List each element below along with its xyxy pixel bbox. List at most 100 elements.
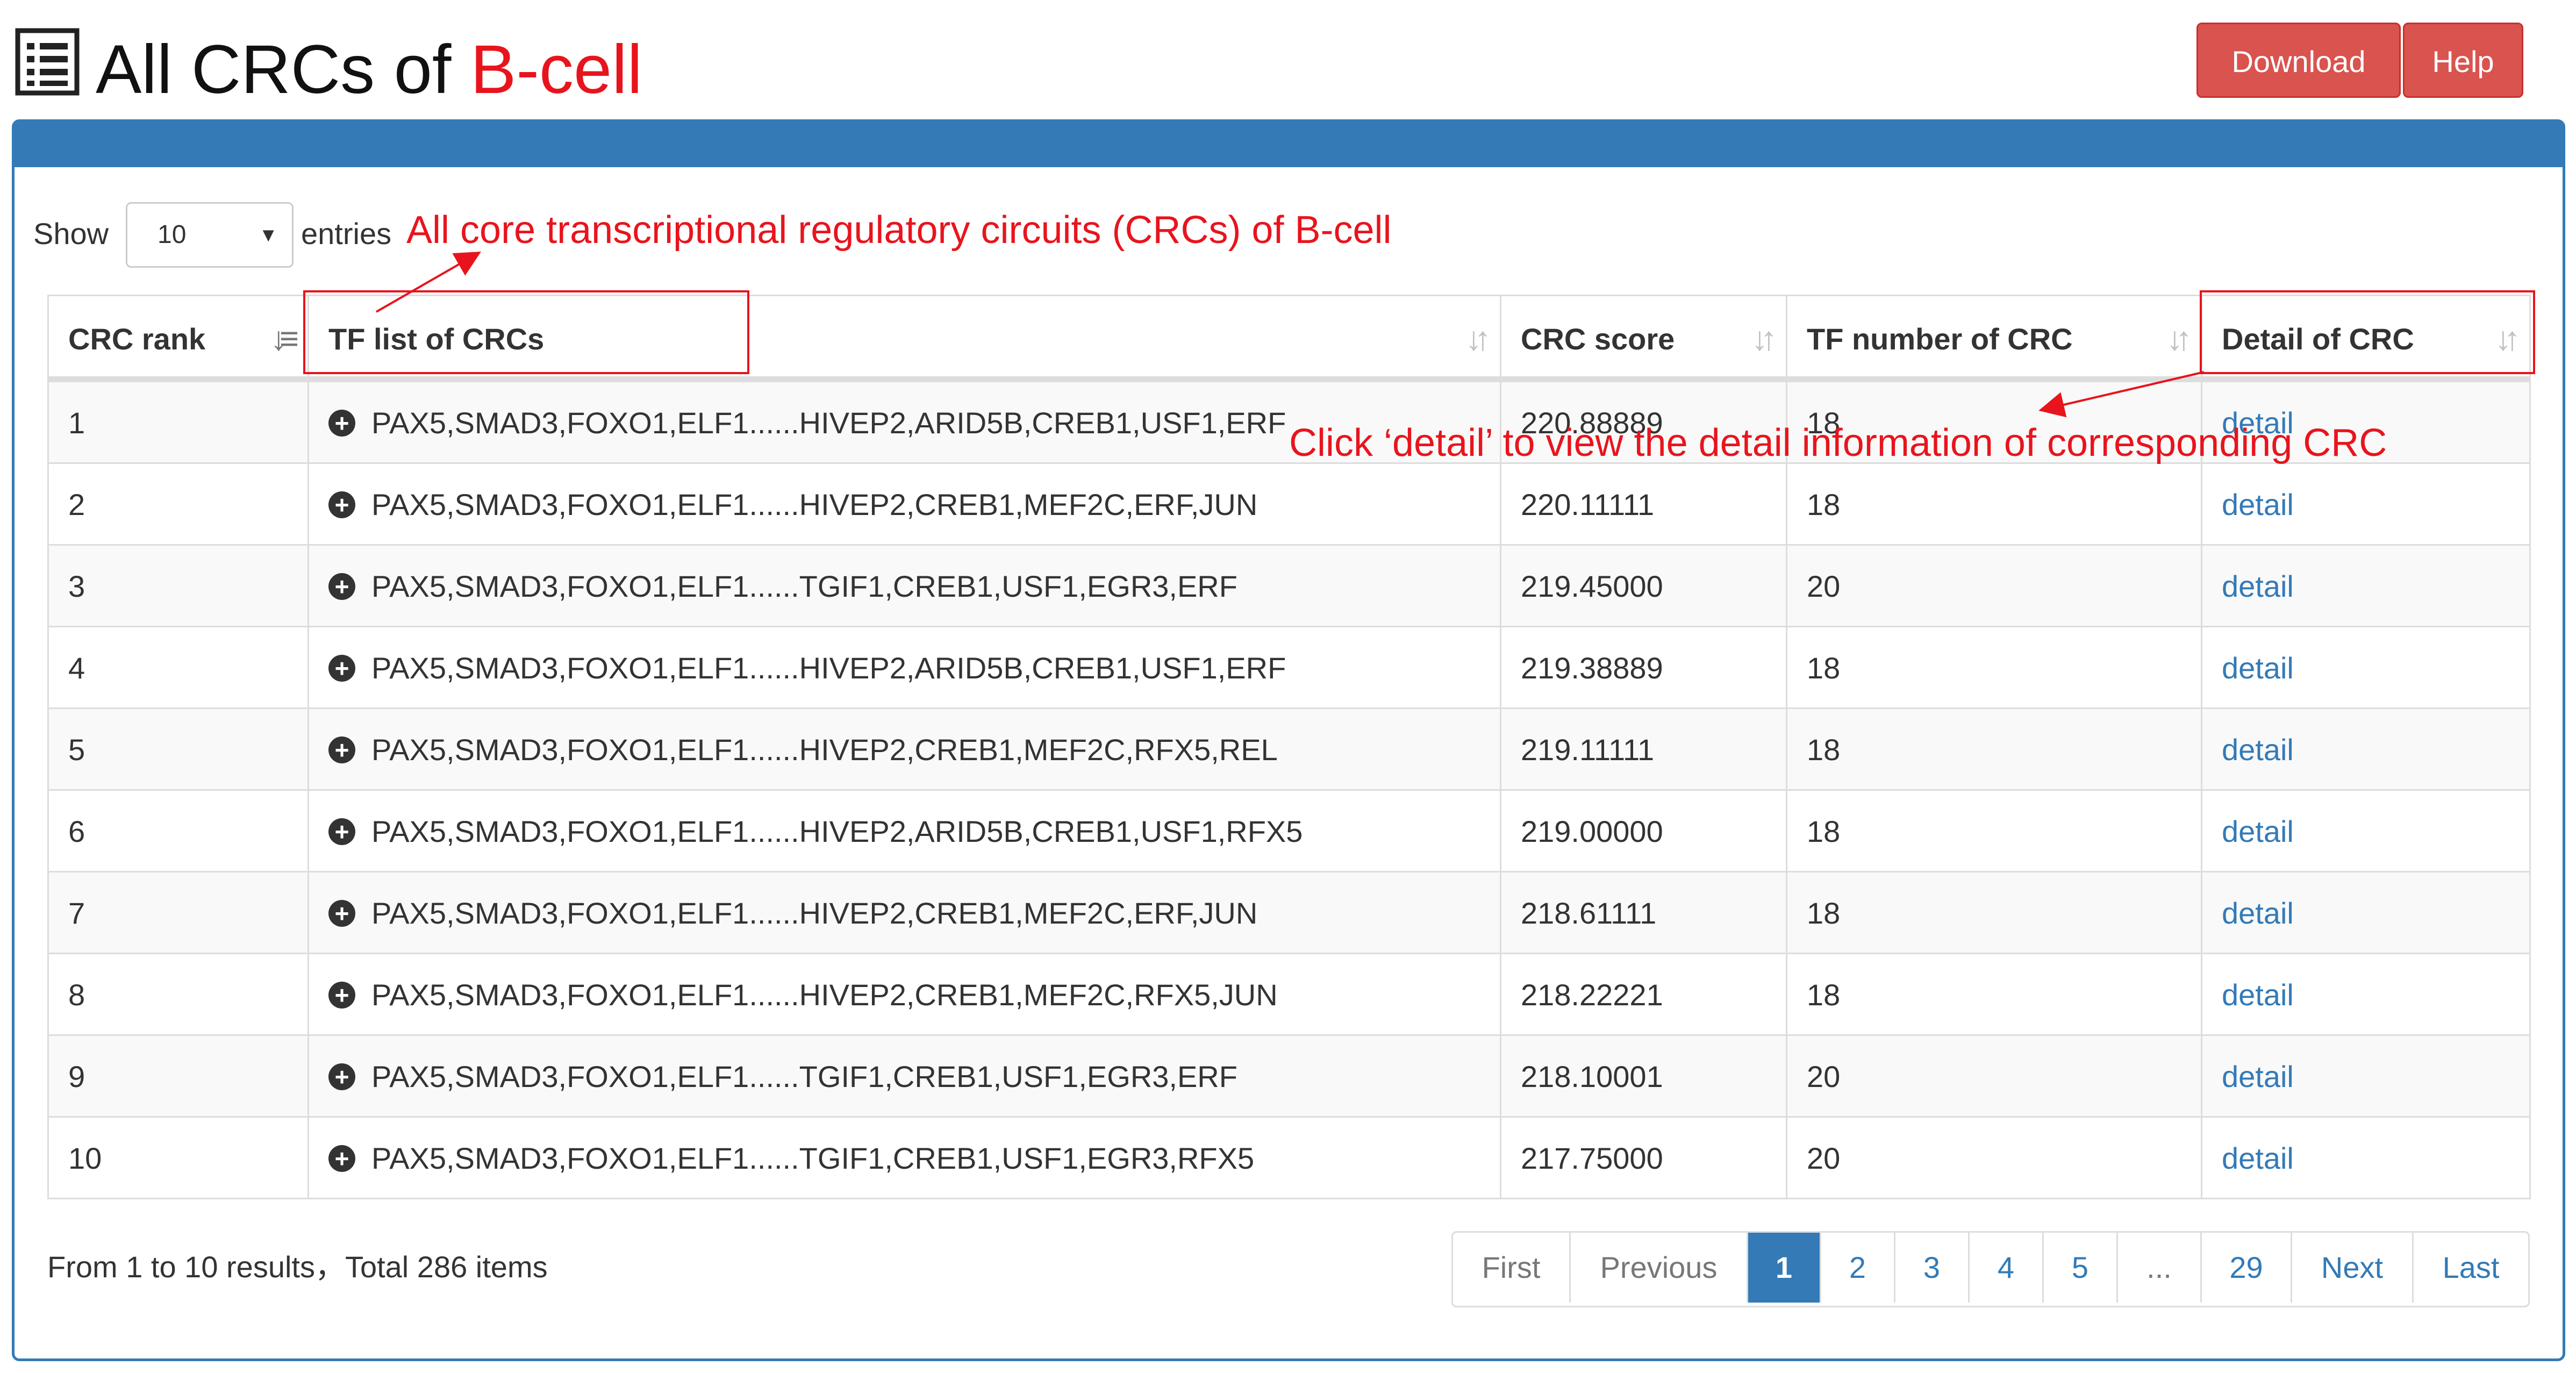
table-row: 8 + PAX5,SMAD3,FOXO1,ELF1......HIVEP2,CRE… [47,953,2531,1034]
table-row: 7 + PAX5,SMAD3,FOXO1,ELF1......HIVEP2,CRE… [47,871,2531,953]
tf-list-text: PAX5,SMAD3,FOXO1,ELF1......HIVEP2,CREB1,… [371,733,1278,767]
tf-list-text: PAX5,SMAD3,FOXO1,ELF1......HIVEP2,CREB1,… [371,488,1258,521]
tf-list-cell: + PAX5,SMAD3,FOXO1,ELF1......HIVEP2,ARID5… [307,627,1500,707]
table-info: From 1 to 10 results，Total 286 items [47,1250,548,1284]
detail-link[interactable]: detail [2222,978,2294,1012]
tf-count-cell: 20 [1786,1036,2201,1116]
sort-icon: ↓↑ [2166,320,2192,357]
rank-cell: 9 [47,1036,307,1116]
page-first[interactable]: First [1453,1233,1569,1303]
table-row: 3 + PAX5,SMAD3,FOXO1,ELF1......TGIF1,CREB… [47,544,2531,626]
rank-cell: 4 [47,627,307,707]
column-label: CRC score [1521,322,1675,356]
detail-link[interactable]: detail [2222,1060,2294,1093]
score-cell: 219.00000 [1500,791,1786,871]
tf-list-cell: + PAX5,SMAD3,FOXO1,ELF1......TGIF1,CREB1,… [307,1118,1500,1198]
tf-list-text: PAX5,SMAD3,FOXO1,ELF1......HIVEP2,CREB1,… [371,978,1278,1012]
plus-circle-icon[interactable]: + [328,410,355,437]
detail-cell: detail [2201,873,2531,953]
download-button[interactable]: Download [2196,23,2401,98]
show-label: Show [33,217,109,251]
tf-list-cell: + PAX5,SMAD3,FOXO1,ELF1......HIVEP2,CREB1… [307,709,1500,789]
tf-list-cell: + PAX5,SMAD3,FOXO1,ELF1......HIVEP2,ARID5… [307,791,1500,871]
page-length-value: 10 [158,220,187,249]
plus-circle-icon[interactable]: + [328,655,355,682]
tf-count-cell: 20 [1786,546,2201,626]
plus-circle-icon[interactable]: + [328,1063,355,1091]
page-ellipsis: ... [2116,1233,2200,1303]
table-row: 5 + PAX5,SMAD3,FOXO1,ELF1......HIVEP2,CRE… [47,707,2531,789]
plus-circle-icon[interactable]: + [328,982,355,1009]
page-29[interactable]: 29 [2200,1233,2291,1303]
page-last[interactable]: Last [2412,1233,2528,1303]
page-4[interactable]: 4 [1968,1233,2042,1303]
tf-count-cell: 18 [1786,709,2201,789]
detail-link[interactable]: detail [2222,488,2294,521]
tf-list-text: PAX5,SMAD3,FOXO1,ELF1......TGIF1,CREB1,U… [371,1060,1237,1093]
page-length-select[interactable]: 10 ▼ [126,202,294,268]
tf-list-cell: + PAX5,SMAD3,FOXO1,ELF1......HIVEP2,CREB1… [307,873,1500,953]
page-5[interactable]: 5 [2042,1233,2116,1303]
rank-cell: 3 [47,546,307,626]
detail-cell: detail [2201,1118,2531,1198]
rank-cell: 1 [47,382,307,462]
tf-list-cell: + PAX5,SMAD3,FOXO1,ELF1......HIVEP2,CREB1… [307,464,1500,544]
score-cell: 220.11111 [1500,464,1786,544]
detail-link[interactable]: detail [2222,569,2294,603]
detail-cell: detail [2201,709,2531,789]
plus-circle-icon[interactable]: + [328,1145,355,1172]
detail-link[interactable]: detail [2222,733,2294,767]
annotation-box-detail [2200,290,2535,374]
score-cell: 218.61111 [1500,873,1786,953]
plus-circle-icon[interactable]: + [328,491,355,519]
detail-link[interactable]: detail [2222,896,2294,930]
score-cell: 219.11111 [1500,709,1786,789]
help-button[interactable]: Help [2403,23,2523,98]
column-header-score[interactable]: CRC score ↓↑ [1500,296,1786,376]
score-cell: 218.22221 [1500,954,1786,1034]
sort-icon: ↓↑ [1465,320,1491,357]
tf-list-cell: + PAX5,SMAD3,FOXO1,ELF1......TGIF1,CREB1,… [307,1036,1500,1116]
page-1[interactable]: 1 [1747,1233,1820,1303]
tf-list-cell: + PAX5,SMAD3,FOXO1,ELF1......HIVEP2,CREB1… [307,954,1500,1034]
rank-cell: 7 [47,873,307,953]
score-cell: 219.38889 [1500,627,1786,707]
plus-circle-icon[interactable]: + [328,573,355,600]
detail-link[interactable]: detail [2222,651,2294,685]
sort-icon: ↓↑ [1751,320,1777,357]
list-icon [15,28,80,96]
detail-link[interactable]: detail [2222,1141,2294,1175]
tf-list-text: PAX5,SMAD3,FOXO1,ELF1......HIVEP2,ARID5B… [371,814,1303,848]
plus-circle-icon[interactable]: + [328,736,355,764]
panel-header-bar [15,122,2563,167]
column-header-tf-number[interactable]: TF number of CRC ↓↑ [1786,296,2201,376]
detail-cell: detail [2201,464,2531,544]
score-cell: 219.45000 [1500,546,1786,626]
caret-down-icon: ▼ [259,224,278,246]
annotation-detail-note: Click ‘detail’ to view the detail inform… [1289,421,2387,464]
page-title: All CRCs of B-cell [96,22,642,118]
detail-link[interactable]: detail [2222,814,2294,848]
table-row: 6 + PAX5,SMAD3,FOXO1,ELF1......HIVEP2,ARI… [47,789,2531,871]
tf-count-cell: 18 [1786,791,2201,871]
tf-count-cell: 20 [1786,1118,2201,1198]
annotation-box-tf-list [303,290,749,374]
rank-cell: 6 [47,791,307,871]
column-header-rank[interactable]: CRC rank ↓≡ [47,296,307,376]
page-2[interactable]: 2 [1820,1233,1894,1303]
page-3[interactable]: 3 [1894,1233,1968,1303]
column-label: TF number of CRC [1807,322,2073,356]
plus-circle-icon[interactable]: + [328,900,355,927]
pagination: First Previous 1 2 3 4 5 ... 29 Next Las… [1451,1231,2530,1307]
score-cell: 218.10001 [1500,1036,1786,1116]
plus-circle-icon[interactable]: + [328,818,355,846]
table-row: 9 + PAX5,SMAD3,FOXO1,ELF1......TGIF1,CREB… [47,1034,2531,1116]
page-next[interactable]: Next [2291,1233,2412,1303]
table-row: 2 + PAX5,SMAD3,FOXO1,ELF1......HIVEP2,CRE… [47,462,2531,544]
title-cell-type: B-cell [470,31,643,108]
page-previous[interactable]: Previous [1569,1233,1747,1303]
detail-cell: detail [2201,627,2531,707]
detail-cell: detail [2201,954,2531,1034]
entries-label: entries [301,217,392,251]
tf-list-text: PAX5,SMAD3,FOXO1,ELF1......HIVEP2,ARID5B… [371,651,1286,685]
